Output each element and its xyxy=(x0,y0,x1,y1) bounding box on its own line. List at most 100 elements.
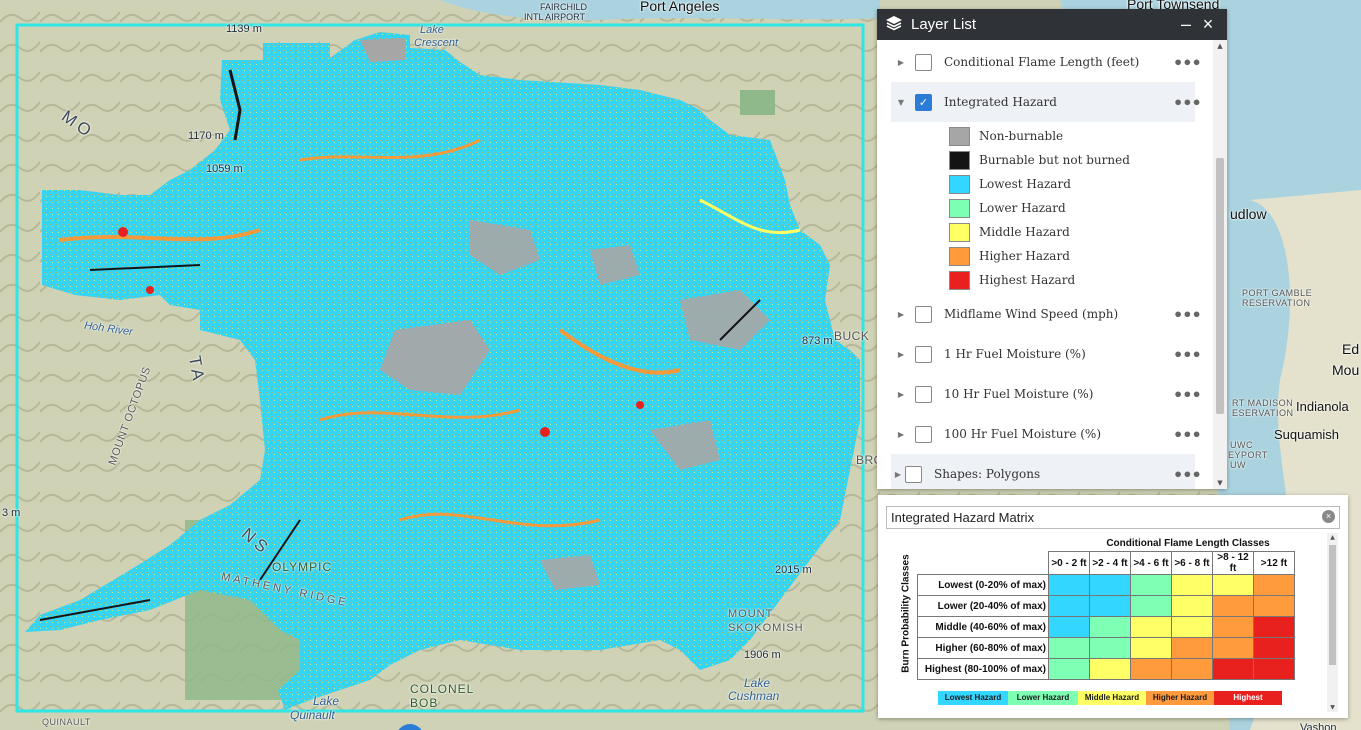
map-label-port-madison-2: ESERVATION xyxy=(1232,408,1294,418)
legend-item-non-burnable: Non-burnable xyxy=(949,126,1064,146)
layer-list-scrollbar[interactable]: ▲ ▼ xyxy=(1213,40,1227,489)
layer-checkbox[interactable] xyxy=(915,385,932,403)
scroll-down-icon[interactable]: ▼ xyxy=(1327,704,1338,711)
matrix-title: Integrated Hazard Matrix xyxy=(891,510,1035,525)
legend-item-higher-hazard: Higher Hazard xyxy=(949,246,1070,266)
legend-item-middle-hazard: Middle Hazard xyxy=(949,222,1070,242)
matrix-close-icon[interactable]: × xyxy=(1322,510,1335,523)
more-options-icon[interactable]: ••• xyxy=(1173,385,1202,404)
map-label-port-gamble-2: RESERVATION xyxy=(1242,298,1311,308)
layer-checkbox[interactable] xyxy=(915,53,932,71)
matrix-row: Highest (80-100% of max) xyxy=(917,658,1295,680)
close-button[interactable]: × xyxy=(1197,14,1219,35)
legend-swatch xyxy=(949,150,970,170)
layer-checkbox[interactable] xyxy=(915,305,932,323)
more-options-icon[interactable]: ••• xyxy=(1173,425,1202,444)
layer-label: Midflame Wind Speed (mph) xyxy=(944,307,1119,321)
key-lowest-hazard: Lowest Hazard xyxy=(938,691,1008,705)
map-label-elev-1906: 1906 m xyxy=(744,649,781,661)
map-label-port-angeles: Port Angeles xyxy=(640,0,720,14)
matrix-row-title: Burn Probability Classes xyxy=(900,554,912,673)
more-options-icon[interactable]: ••• xyxy=(1173,465,1202,484)
matrix-scrollbar[interactable]: ▲ ▼ xyxy=(1327,533,1338,712)
map-label-lake-cushman-2: Cushman xyxy=(728,689,780,703)
scroll-up-icon[interactable]: ▲ xyxy=(1213,40,1227,52)
expand-caret-icon[interactable]: ▶ xyxy=(891,350,911,359)
map-label-port-gamble-1: PORT GAMBLE xyxy=(1242,288,1313,298)
matrix-cell xyxy=(1253,616,1295,638)
layer-checkbox[interactable] xyxy=(915,425,932,443)
matrix-cell xyxy=(1048,595,1090,617)
row-header: Highest (80-100% of max) xyxy=(917,658,1049,680)
map-label-uwc-1: UWC xyxy=(1230,440,1253,450)
layer-row-100hr-fuel-moisture[interactable]: ▶ 100 Hr Fuel Moisture (%) ••• xyxy=(891,414,1202,454)
matrix-cell xyxy=(1089,658,1131,680)
layer-row-1hr-fuel-moisture[interactable]: ▶ 1 Hr Fuel Moisture (%) ••• xyxy=(891,334,1202,374)
map-label-edm-2: Mou xyxy=(1332,362,1360,378)
matrix-cell xyxy=(1212,637,1254,659)
key-higher-hazard: Higher Hazard xyxy=(1146,691,1214,705)
layer-checkbox[interactable] xyxy=(905,465,922,483)
layer-row-integrated-hazard[interactable]: ▼ ✓ Integrated Hazard ••• xyxy=(891,82,1202,122)
expand-caret-icon[interactable]: ▶ xyxy=(891,58,911,67)
expand-caret-icon[interactable]: ▶ xyxy=(891,390,911,399)
layer-checkbox[interactable] xyxy=(915,345,932,363)
layer-row-midflame-wind-speed[interactable]: ▶ Midflame Wind Speed (mph) ••• xyxy=(891,294,1202,334)
matrix-cell xyxy=(1253,637,1295,659)
legend-item-burnable-not-burned: Burnable but not burned xyxy=(949,150,1130,170)
map-label-uwc-3: UW xyxy=(1230,460,1246,470)
map-label-vashon: Vashon xyxy=(1300,722,1337,730)
map-label-colonel-bob-2: BOB xyxy=(410,696,439,710)
layer-list-title: Layer List xyxy=(911,16,977,33)
map-label-mount-skokomish-2: SKOKOMISH xyxy=(728,622,804,634)
map-label-mount-skokomish-1: MOUNT xyxy=(728,608,774,620)
layer-label: Conditional Flame Length (feet) xyxy=(944,55,1140,69)
matrix-key: Lowest Hazard Lower Hazard Middle Hazard… xyxy=(938,691,1282,716)
layer-checkbox-checked[interactable]: ✓ xyxy=(915,93,932,111)
legend-item-highest-hazard: Highest Hazard xyxy=(949,270,1076,290)
expand-caret-icon[interactable]: ▶ xyxy=(891,470,905,479)
matrix-row: Lower (20-40% of max) xyxy=(917,595,1295,617)
map-label-elev-1059: 1059 m xyxy=(206,163,243,175)
map-label-buck: BUCK xyxy=(834,329,870,343)
legend-label: Non-burnable xyxy=(979,129,1064,143)
row-header: Middle (40-60% of max) xyxy=(917,616,1049,638)
matrix-cell xyxy=(1171,658,1213,680)
map-label-quinault: QUINAULT xyxy=(42,717,91,727)
layer-row-conditional-flame-length[interactable]: ▶ Conditional Flame Length (feet) ••• xyxy=(891,42,1202,82)
scroll-down-icon[interactable]: ▼ xyxy=(1213,477,1227,489)
column-header: >6 - 8 ft xyxy=(1171,551,1213,575)
scroll-up-icon[interactable]: ▲ xyxy=(1327,534,1338,541)
layer-row-10hr-fuel-moisture[interactable]: ▶ 10 Hr Fuel Moisture (%) ••• xyxy=(891,374,1202,414)
map-label-elev-3: 3 m xyxy=(2,507,21,519)
matrix-column-title: Conditional Flame Length Classes xyxy=(1106,538,1270,549)
expand-caret-icon[interactable]: ▶ xyxy=(891,310,911,319)
matrix-title-bar: Integrated Hazard Matrix × xyxy=(886,506,1340,529)
more-options-icon[interactable]: ••• xyxy=(1173,53,1202,72)
matrix-cell xyxy=(1048,637,1090,659)
scrollbar-thumb[interactable] xyxy=(1216,158,1224,414)
matrix-cell xyxy=(1089,637,1131,659)
more-options-icon[interactable]: ••• xyxy=(1173,93,1202,112)
map-label-edm-1: Ed xyxy=(1342,341,1360,357)
legend-swatch xyxy=(949,174,970,194)
layer-row-shapes-polygons[interactable]: ▶ Shapes: Polygons ••• xyxy=(891,454,1202,489)
matrix-cell xyxy=(1130,637,1172,659)
map-label-uwc-2: EYPORT xyxy=(1228,450,1268,460)
legend-label: Highest Hazard xyxy=(979,273,1076,287)
matrix-cell xyxy=(1253,574,1295,596)
more-options-icon[interactable]: ••• xyxy=(1173,345,1202,364)
map-label-olympic: OLYMPIC xyxy=(272,560,333,574)
collapse-caret-icon[interactable]: ▼ xyxy=(891,98,911,107)
matrix-cell xyxy=(1089,574,1131,596)
minimize-button[interactable]: – xyxy=(1175,14,1197,35)
key-highest-hazard: Highest Hazard xyxy=(1214,691,1282,716)
more-options-icon[interactable]: ••• xyxy=(1173,305,1202,324)
matrix-cell xyxy=(1253,595,1295,617)
expand-caret-icon[interactable]: ▶ xyxy=(891,430,911,439)
scrollbar-thumb[interactable] xyxy=(1329,545,1336,665)
matrix-cell xyxy=(1212,574,1254,596)
legend-swatch xyxy=(949,270,970,290)
matrix-cell xyxy=(1089,616,1131,638)
hazard-matrix-panel: Integrated Hazard Matrix × Conditional F… xyxy=(878,495,1348,718)
